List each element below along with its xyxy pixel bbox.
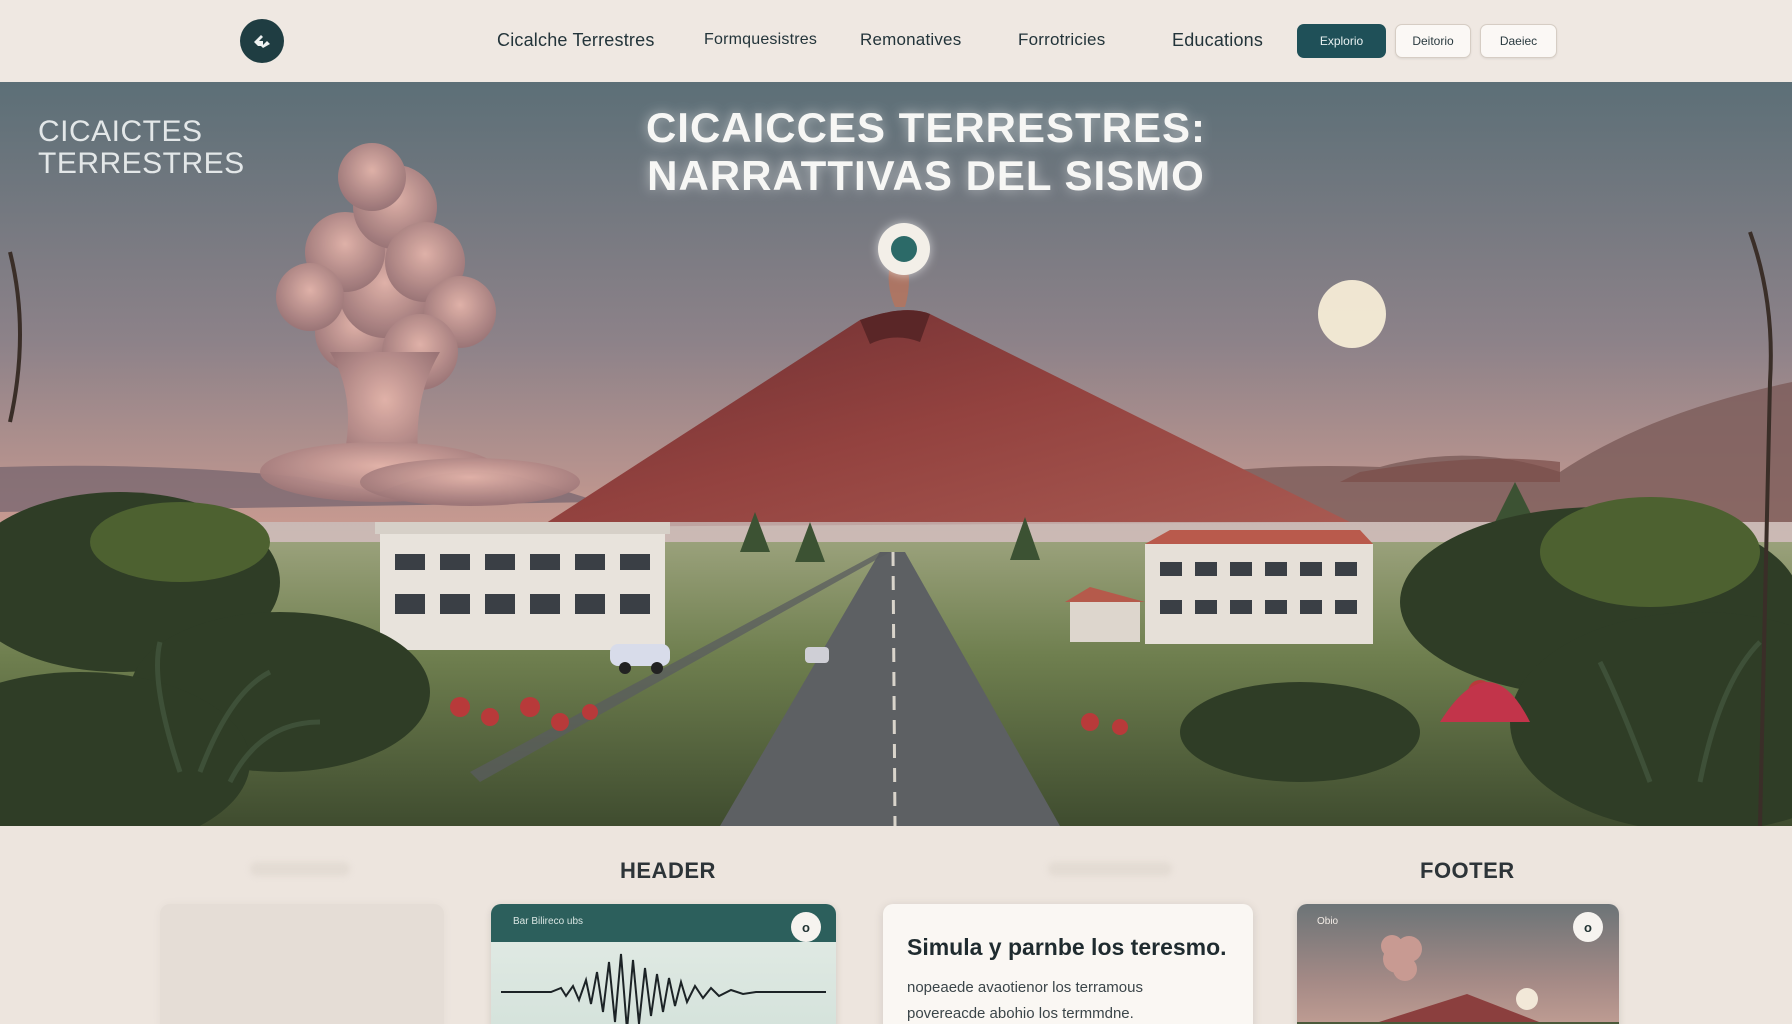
faded-label	[250, 862, 350, 876]
header-section-label: HEADER	[620, 858, 716, 883]
volcano-thumbnail	[1297, 935, 1619, 1024]
footer-section-label: FOOTER	[1420, 858, 1515, 883]
card-title: Simula y parnbe los teresmo.	[907, 934, 1227, 960]
nav-link-cicalche[interactable]: Cicalche Terrestres	[497, 30, 655, 51]
faded-label	[1048, 862, 1172, 876]
seismograph-waveform-icon	[501, 953, 826, 1024]
logo[interactable]	[240, 19, 284, 63]
top-nav: Cicalche Terrestres Formquesistres Remon…	[0, 0, 1792, 82]
explore-button[interactable]: Explorio	[1297, 24, 1386, 58]
card-tag: Bar Bilireco ubs	[513, 916, 584, 927]
secondary-button[interactable]: Daeiec	[1480, 24, 1557, 58]
nav-link-formquesistres[interactable]: Formquesistres	[704, 31, 817, 49]
content-section: HEADER FOOTER Bar Bilireco ubs o Simula …	[0, 826, 1792, 1024]
card-menu-button[interactable]: o	[791, 912, 821, 942]
hero-banner: CICAICTES TERRESTRES CICAICCES TERRESTRE…	[0, 82, 1792, 826]
hero-record-button[interactable]	[878, 223, 930, 275]
faded-card	[160, 904, 444, 1024]
card-description-line1: nopeaede avaotienor los terramous	[907, 979, 1143, 996]
card-description-line2: povereacde abohio los termmdne.	[907, 1005, 1134, 1022]
simulate-earthquake-card[interactable]: Simula y parnbe los teresmo. nopeaede av…	[883, 904, 1253, 1024]
seismograph-card[interactable]: Bar Bilireco ubs o	[491, 904, 836, 1024]
hero-title-line1: CICAICCES TERRESTRES:	[645, 104, 1207, 151]
nav-link-remonatives[interactable]: Remonatives	[860, 30, 961, 50]
nav-link-educations[interactable]: Educations	[1172, 30, 1263, 51]
hero-title: CICAICCES TERRESTRES: NARRATTIVAS DEL SI…	[0, 104, 1792, 200]
detail-button[interactable]: Deitorio	[1395, 24, 1471, 58]
nav-link-forrotricies[interactable]: Forrotricies	[1018, 30, 1105, 50]
tool-icon	[254, 35, 270, 48]
hero-title-line2: NARRATTIVAS DEL SISMO	[647, 152, 1205, 199]
volcano-image-card[interactable]: Obio o	[1297, 904, 1619, 1024]
